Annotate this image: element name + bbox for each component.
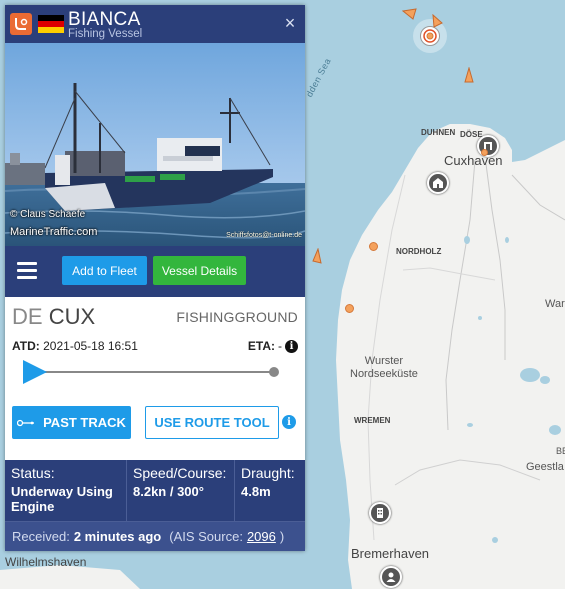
eta: ETA: - i (248, 339, 298, 353)
vessel-photo[interactable]: © Claus Schaefe MarineTraffic.com Schiff… (5, 43, 305, 246)
ship-dot-marker[interactable] (369, 242, 378, 251)
status-cell: Status: Underway Using Engine (5, 460, 127, 521)
status-label: Status: (11, 465, 55, 481)
ship-marker-icon[interactable] (402, 8, 418, 20)
ais-source-link[interactable]: 2096 (247, 529, 276, 544)
port-poi-icon[interactable] (427, 172, 449, 194)
person-poi-icon[interactable] (380, 566, 402, 588)
map-label-duhnen: DUHNEN (421, 128, 456, 137)
vessel-stats: Status: Underway Using Engine Speed/Cour… (5, 460, 305, 521)
speed-course-cell: Speed/Course: 8.2kn / 300° (127, 460, 235, 521)
eta-value: - (278, 339, 282, 353)
vessel-position-arrow-icon (23, 360, 47, 384)
ship-marker-icon[interactable] (464, 67, 474, 83)
close-icon[interactable]: × (281, 14, 299, 33)
destination: FISHINGGROUND (176, 309, 298, 325)
map-label-region: Wurster Nordseeküste (350, 355, 418, 381)
map-label-wurster: Wurster (364, 355, 404, 367)
flag-germany-icon (38, 15, 64, 33)
past-track-button[interactable]: PAST TRACK (12, 406, 131, 439)
photo-watermark: MarineTraffic.com (10, 226, 98, 238)
received-info: Received: 2 minutes ago (AIS Source: 209… (5, 521, 305, 551)
departure-port: DE CUX (12, 304, 95, 330)
map-label-be: BE (556, 446, 565, 456)
route-info-icon[interactable]: i (282, 415, 296, 429)
status-value: Underway Using Engine (11, 484, 113, 514)
atd: ATD: 2021-05-18 16:51 (12, 339, 138, 353)
vessel-header: BIANCA Fishing Vessel × (5, 5, 305, 43)
photo-credit-email: Schiffsfotos@t-online.de (226, 232, 302, 239)
eta-label: ETA: (247, 339, 275, 353)
atd-label: ATD: (12, 339, 40, 353)
vessel-details-button[interactable]: Vessel Details (153, 256, 246, 285)
ship-marker-icon[interactable] (431, 14, 443, 28)
received-label: Received: (12, 529, 70, 544)
departure-country-code: DE (12, 304, 43, 329)
ship-dot-marker[interactable] (345, 304, 354, 313)
building-poi-icon[interactable] (369, 502, 391, 524)
speed-course-value: 8.2kn / 300° (133, 484, 204, 499)
map-label-geestland: Geestla (526, 461, 564, 473)
map-label-nordholz: NORDHOLZ (396, 247, 442, 256)
draught-value: 4.8m (241, 484, 271, 499)
voyage-progress-bar (23, 360, 279, 384)
vessel-type-icon (10, 13, 32, 35)
info-icon[interactable]: i (285, 339, 298, 353)
menu-icon[interactable] (17, 262, 37, 280)
map-label-wilhelmshaven: Wilhelmshaven (5, 555, 87, 569)
map-label-wremen: WREMEN (354, 416, 391, 425)
use-route-tool-button[interactable]: USE ROUTE TOOL (145, 406, 279, 439)
map-label-nordseekuste: Nordseeküste (350, 368, 418, 380)
departure-port-code: CUX (48, 304, 96, 329)
past-track-label: PAST TRACK (43, 415, 126, 430)
map-label-bremerhaven: Bremerhaven (351, 546, 430, 561)
draught-label: Draught: (241, 465, 295, 481)
ais-source-suffix: ) (279, 529, 285, 544)
vessel-toolbar: Add to Fleet Vessel Details (5, 246, 305, 297)
speed-course-label: Speed/Course: (133, 465, 227, 481)
ship-marker-icon[interactable] (312, 248, 322, 264)
add-to-fleet-button[interactable]: Add to Fleet (62, 256, 147, 285)
voyage-section: DE CUX FISHINGGROUND ATD: 2021-05-18 16:… (5, 297, 305, 460)
ais-source-prefix: (AIS Source: (169, 529, 243, 544)
track-icon (17, 419, 35, 426)
draught-cell: Draught: 4.8m (235, 460, 305, 521)
atd-value: 2021-05-18 16:51 (43, 339, 138, 353)
ship-dot-marker[interactable] (481, 149, 488, 156)
vessel-type: Fishing Vessel (68, 28, 143, 40)
photo-credit: © Claus Schaefe (10, 209, 86, 220)
received-value: 2 minutes ago (73, 529, 162, 544)
destination-dot-icon (269, 367, 279, 377)
map-label-war: War (545, 298, 565, 310)
vessel-panel: BIANCA Fishing Vessel × © Claus Schaefe … (5, 5, 305, 551)
